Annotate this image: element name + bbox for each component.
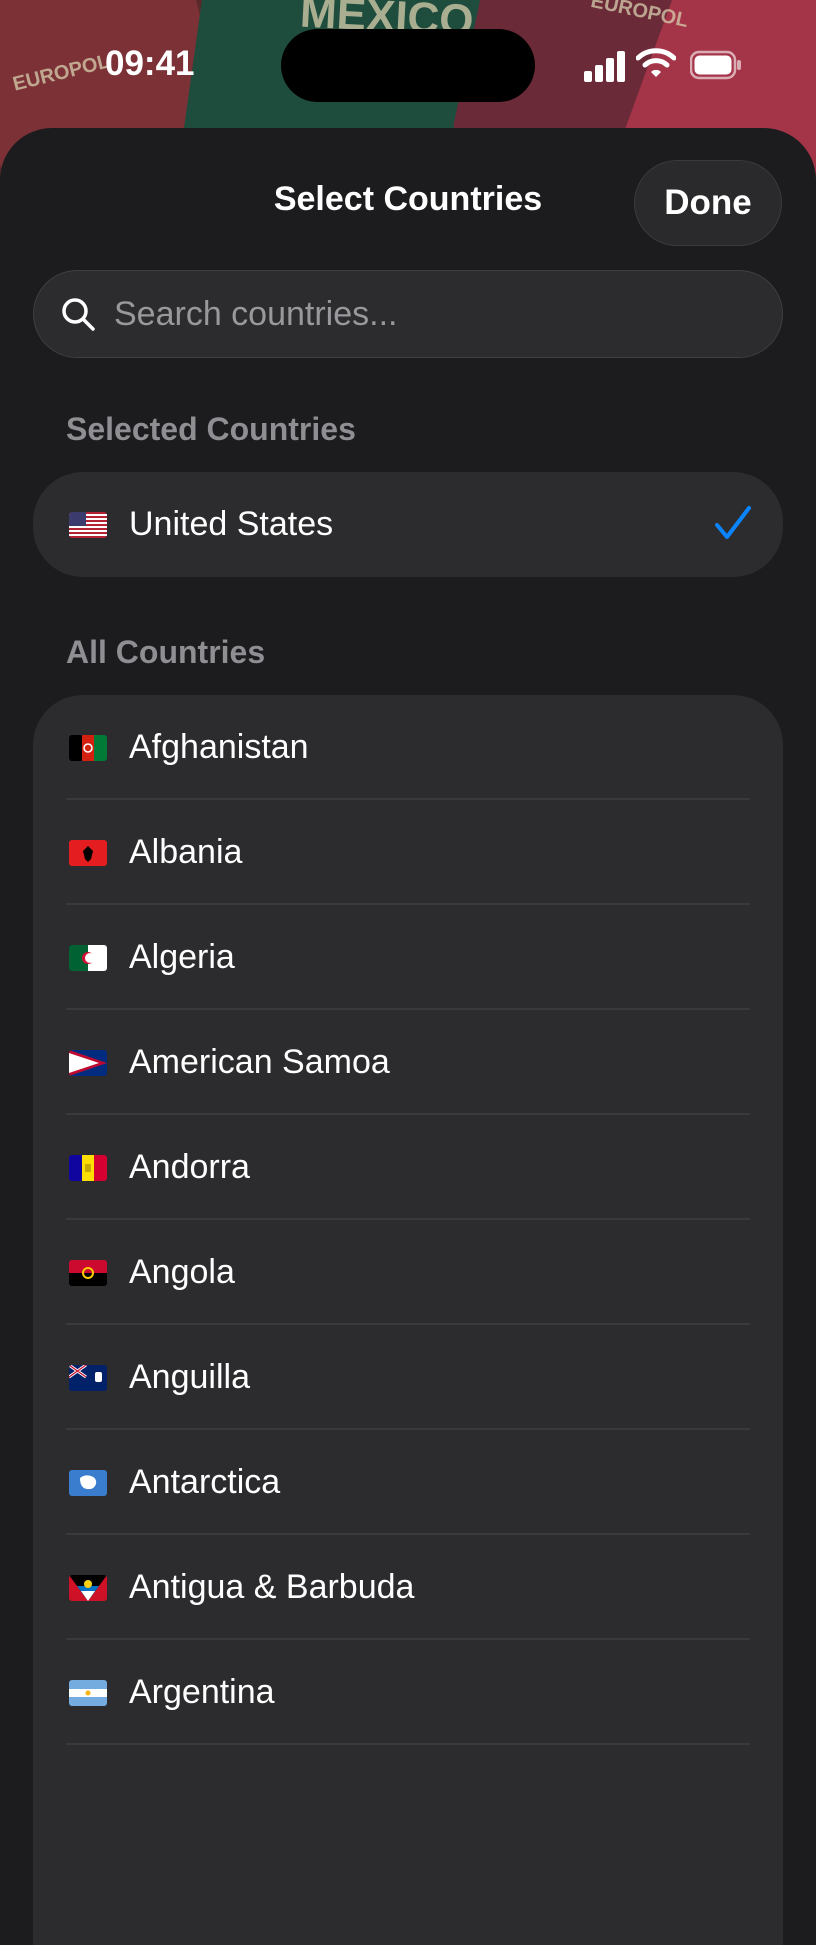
country-row-albania[interactable]: Albania — [33, 800, 783, 905]
afghanistan-flag-icon — [69, 735, 107, 761]
country-name: Argentina — [129, 1673, 275, 1711]
country-row-antigua-barbuda[interactable]: Antigua & Barbuda — [33, 1535, 783, 1640]
search-field[interactable] — [33, 270, 783, 358]
andorra-flag-icon — [69, 1155, 107, 1181]
country-row-algeria[interactable]: Algeria — [33, 905, 783, 1010]
country-name: United States — [129, 505, 334, 543]
selected-countries-list: United States — [33, 472, 783, 577]
search-icon — [62, 298, 95, 331]
american-samoa-flag-icon — [69, 1050, 107, 1076]
country-name: Antarctica — [129, 1463, 281, 1501]
selected-country-row[interactable]: United States — [33, 472, 783, 577]
country-row-angola[interactable]: Angola — [33, 1220, 783, 1325]
wifi-icon — [636, 48, 676, 77]
status-bar: 09:41 — [0, 0, 816, 130]
all-countries-header: All Countries — [66, 634, 266, 670]
all-countries-list: Afghanistan Albania Algeria American Sam… — [33, 695, 783, 1945]
albania-flag-icon — [69, 840, 107, 866]
algeria-flag-icon — [69, 945, 107, 971]
dynamic-island — [281, 29, 535, 102]
country-row-argentina[interactable]: Argentina — [33, 1640, 783, 1745]
country-name: Algeria — [129, 938, 235, 976]
antarctica-flag-icon — [69, 1470, 107, 1496]
status-time: 09:41 — [105, 44, 195, 83]
row-divider — [66, 1743, 750, 1745]
angola-flag-icon — [69, 1260, 107, 1286]
antigua-barbuda-flag-icon — [69, 1575, 107, 1601]
country-row-anguilla[interactable]: Anguilla — [33, 1325, 783, 1430]
country-name: Antigua & Barbuda — [129, 1568, 415, 1606]
country-name: Albania — [129, 833, 243, 871]
search-input[interactable] — [112, 293, 716, 335]
country-row-antarctica[interactable]: Antarctica — [33, 1430, 783, 1535]
select-countries-sheet: Select Countries Done Selected Countries… — [0, 128, 816, 1945]
country-name: Andorra — [129, 1148, 250, 1186]
country-name: Afghanistan — [129, 728, 309, 766]
cellular-signal-icon — [584, 50, 626, 82]
anguilla-flag-icon — [69, 1365, 107, 1391]
country-name: Anguilla — [129, 1358, 250, 1396]
country-name: American Samoa — [129, 1043, 390, 1081]
done-button[interactable]: Done — [634, 160, 782, 246]
battery-icon — [690, 50, 741, 80]
selected-countries-header: Selected Countries — [66, 411, 356, 447]
country-row-american-samoa[interactable]: American Samoa — [33, 1010, 783, 1115]
checkmark-icon — [715, 506, 751, 539]
us-flag-icon — [69, 512, 107, 538]
country-row-andorra[interactable]: Andorra — [33, 1115, 783, 1220]
country-row-afghanistan[interactable]: Afghanistan — [33, 695, 783, 800]
country-name: Angola — [129, 1253, 235, 1291]
argentina-flag-icon — [69, 1680, 107, 1706]
